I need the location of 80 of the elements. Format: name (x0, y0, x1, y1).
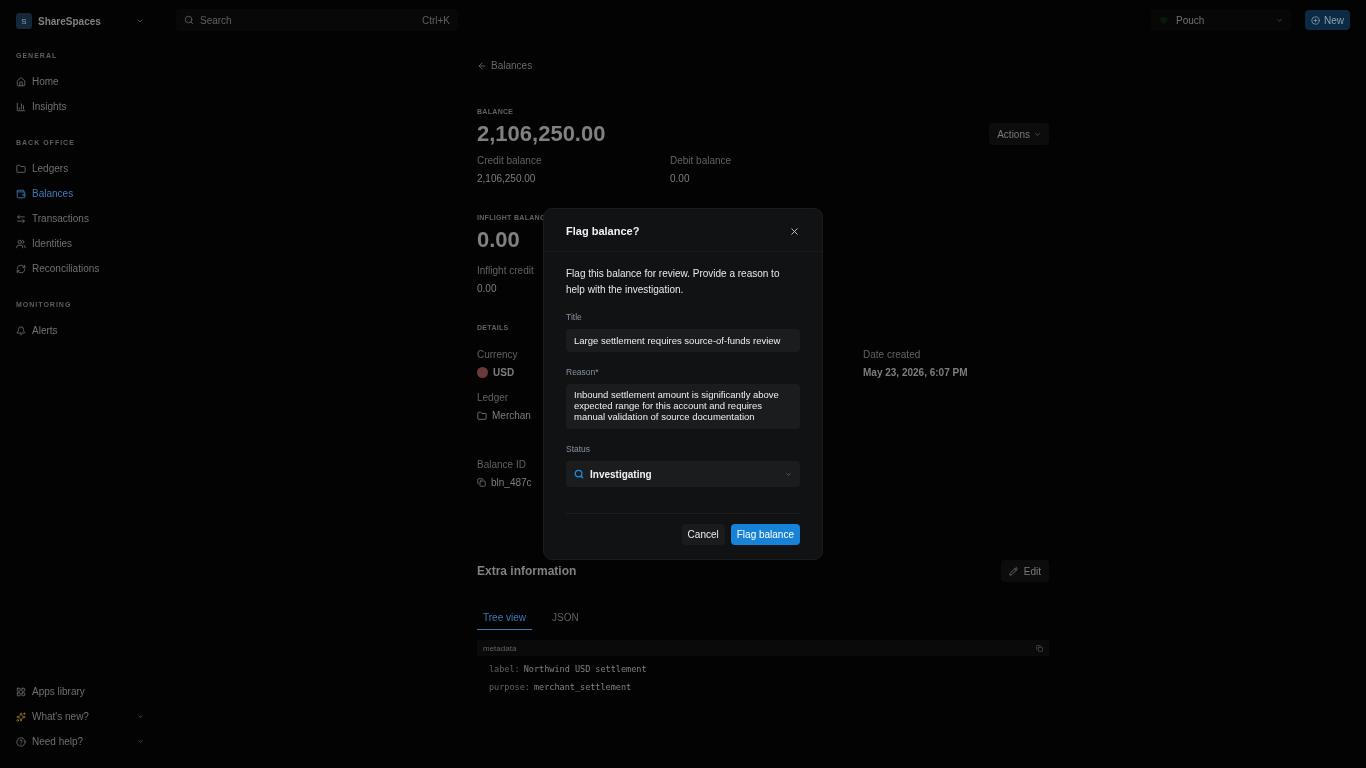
wifi-icon (1159, 15, 1168, 25)
close-button[interactable] (789, 225, 800, 237)
chart-icon (16, 101, 26, 112)
environment-select[interactable]: Pouch (1151, 9, 1291, 31)
field-value: USD (477, 367, 515, 378)
arrow-left-icon (477, 60, 487, 71)
back-link[interactable]: Balances (477, 60, 533, 71)
balance-amount: 2,106,250.00 (477, 121, 606, 147)
stat-label: Debit balance (670, 155, 732, 166)
tab[interactable]: Tree view (477, 608, 532, 630)
field-label: Title (566, 312, 583, 322)
stat-value: 0.00 (477, 283, 497, 294)
folder-icon (16, 163, 26, 174)
reason-field[interactable]: Inbound settlement amount is significantly above expected range for this account and requires manual validation of source documentation (566, 384, 800, 429)
sidebar-item[interactable]: Alerts (16, 318, 144, 343)
field-value: Merchan (477, 410, 531, 421)
sidebar-item[interactable]: Need help? (16, 729, 144, 754)
sparkles-icon (16, 711, 26, 722)
chevron-down-icon (1034, 130, 1041, 138)
refresh-icon (16, 263, 26, 274)
sidebar-item[interactable]: Home (16, 69, 144, 94)
chevron-down-icon (137, 713, 144, 720)
metadata-label: metadata (483, 643, 517, 653)
workspace-badge: S (16, 13, 32, 29)
stat-value: 2,106,250.00 (477, 173, 536, 184)
sidebar-item[interactable]: Insights (16, 94, 144, 119)
folder-icon (477, 410, 487, 421)
chevron-down-icon[interactable] (136, 17, 144, 25)
sidebar-item[interactable]: Ledgers (16, 156, 144, 181)
stat-label: Inflight credit (477, 265, 534, 276)
search-icon (574, 469, 584, 479)
stat-value: 0.00 (670, 173, 690, 184)
field-value: bln_487c (477, 477, 532, 488)
actions-button[interactable]: Actions (989, 123, 1049, 145)
copy-icon[interactable] (1036, 644, 1043, 652)
edit-button[interactable]: Edit (1000, 560, 1049, 582)
metadata-key: label: (489, 664, 520, 674)
pencil-icon (1008, 566, 1018, 576)
sidebar-item[interactable]: Reconciliations (16, 256, 144, 281)
tab[interactable]: JSON (546, 608, 585, 630)
cancel-button[interactable]: Cancel (681, 524, 725, 545)
sidebar-item[interactable]: Apps library (16, 679, 144, 704)
metadata-value: Northwind USD settlement (523, 664, 647, 674)
arrows-icon (16, 213, 26, 224)
copy-icon (477, 478, 486, 487)
chevron-down-icon (1276, 16, 1283, 24)
title-field[interactable]: Large settlement requires source-of-funds review (566, 329, 800, 352)
metadata-value: merchant_settlement (533, 682, 632, 692)
sidebar-item[interactable]: Transactions (16, 206, 144, 231)
chevron-down-icon (137, 738, 144, 745)
workspace-name[interactable]: ShareSpaces (38, 15, 130, 27)
users-icon (16, 238, 26, 249)
inflight-amount: 0.00 (477, 227, 520, 253)
field-label: Reason* (566, 367, 600, 377)
dialog-description: Flag this balance for review. Provide a reason to help with the investigation. (566, 267, 781, 297)
search-icon (184, 15, 194, 25)
flag-balance-button[interactable]: Flag balance (730, 524, 800, 545)
field-label: Date created (863, 349, 921, 360)
new-button[interactable]: New (1305, 10, 1350, 30)
wallet-icon (16, 188, 26, 199)
field-value: May 23, 2026, 6:07 PM (863, 367, 968, 378)
help-icon (16, 736, 26, 747)
search-field[interactable]: Search Ctrl+K (176, 9, 458, 31)
sidebar-item[interactable]: Identities (16, 231, 144, 256)
dialog-title: Flag balance? (566, 225, 640, 237)
sidebar-item[interactable]: Balances (16, 181, 144, 206)
grid-icon (16, 686, 26, 697)
building-icon (16, 76, 26, 87)
stat-label: Credit balance (477, 155, 542, 166)
plus-icon (1311, 15, 1320, 25)
status-select[interactable]: Investigating (566, 461, 800, 487)
field-label: Balance ID (477, 459, 526, 470)
section-title: Extra information (477, 564, 577, 578)
field-label: Ledger (477, 392, 509, 403)
chevron-down-icon (785, 470, 792, 478)
metadata-key: purpose: (489, 682, 530, 692)
bell-icon (16, 325, 26, 336)
field-label: Status (566, 444, 592, 454)
sidebar-item[interactable]: What's new? (16, 704, 144, 729)
field-label: Currency (477, 349, 518, 360)
